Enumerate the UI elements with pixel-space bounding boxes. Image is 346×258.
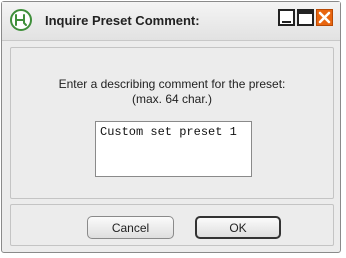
prompt-line-2: (max. 64 char.) (131, 92, 213, 106)
app-logo-icon (10, 9, 32, 31)
maximize-icon[interactable] (297, 9, 314, 26)
title-bar[interactable]: Inquire Preset Comment: (2, 2, 340, 41)
prompt-line-1: Enter a describing comment for the prese… (58, 77, 286, 91)
preset-comment-dialog: Inquire Preset Comment: Enter a describi… (1, 1, 341, 253)
ok-button[interactable]: OK (195, 216, 281, 239)
button-bar: Cancel OK (10, 204, 334, 246)
minimize-icon[interactable] (278, 9, 295, 26)
prompt-text: Enter a describing comment for the prese… (11, 77, 333, 107)
comment-input[interactable]: Custom set preset 1 (95, 121, 252, 177)
window-title: Inquire Preset Comment: (45, 13, 200, 28)
comment-panel: Enter a describing comment for the prese… (10, 47, 334, 199)
cancel-button[interactable]: Cancel (87, 216, 174, 239)
close-icon[interactable] (316, 9, 333, 26)
